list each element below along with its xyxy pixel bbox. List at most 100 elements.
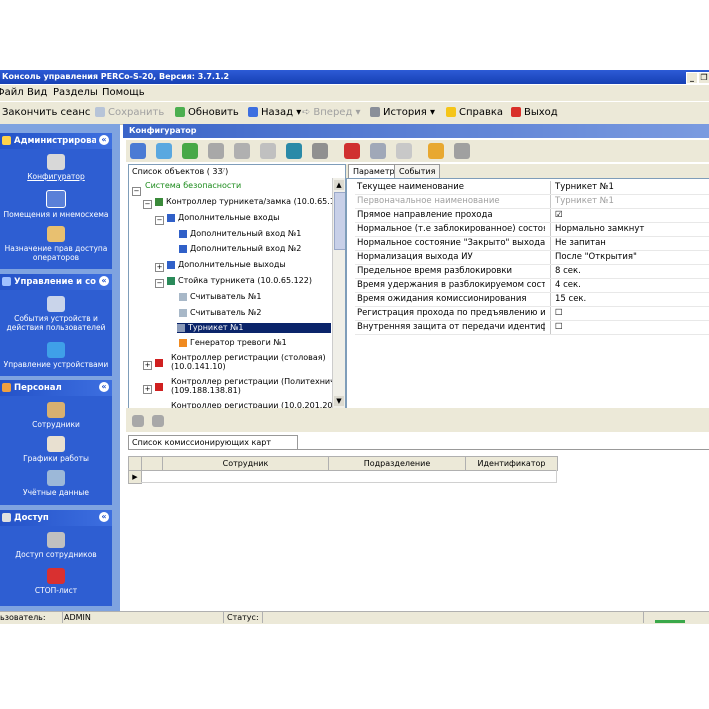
filter-icon[interactable]: ▽ bbox=[219, 166, 225, 175]
collapse-icon[interactable]: « bbox=[99, 135, 109, 145]
property-row[interactable]: Нормализация выхода ИУ После "Открытия" bbox=[355, 251, 709, 265]
tree-node-input-1[interactable]: Дополнительный вход №1 bbox=[179, 229, 301, 239]
tree-node-reg-controller-2-ip[interactable]: (109.188.138.81) bbox=[171, 386, 241, 396]
sync-icon[interactable] bbox=[396, 143, 412, 159]
user-icon[interactable] bbox=[208, 143, 224, 159]
tab-events[interactable]: События bbox=[394, 164, 441, 178]
scroll-down-icon[interactable]: ▼ bbox=[334, 396, 344, 406]
tree-expand-icon[interactable]: + bbox=[143, 361, 152, 370]
remove-card-icon[interactable] bbox=[152, 415, 164, 427]
tab-commissioning-cards[interactable]: Список комиссионирующих карт сотрудников bbox=[128, 435, 298, 461]
add-card-icon[interactable] bbox=[132, 415, 144, 427]
checkbox-checked[interactable]: ☑ bbox=[555, 209, 709, 222]
nav-device-events[interactable]: События устройств и действия пользовател… bbox=[0, 296, 112, 332]
back-button[interactable]: Назад ▾ bbox=[248, 105, 301, 121]
property-row[interactable]: Нормальное состояние "Закрыто" выхода ИУ… bbox=[355, 237, 709, 251]
tree-node-extra-inputs[interactable]: Дополнительные входы bbox=[167, 213, 279, 223]
minimize-button[interactable]: _ bbox=[686, 72, 698, 84]
tree-node-input-2[interactable]: Дополнительный вход №2 bbox=[179, 244, 301, 254]
refresh-button[interactable]: Обновить bbox=[175, 105, 239, 121]
group-admin-header[interactable]: Администрирование « bbox=[0, 133, 112, 149]
network-icon[interactable] bbox=[182, 143, 198, 159]
end-session-button[interactable]: Закончить сеанс bbox=[2, 105, 90, 121]
tree-node-turnstile-stand[interactable]: Стойка турникета (10.0.65.122) bbox=[167, 276, 312, 286]
tree-collapse-icon[interactable]: − bbox=[155, 279, 164, 288]
globe-icon[interactable] bbox=[286, 143, 302, 159]
tree-node-reg-controller-2[interactable] bbox=[155, 382, 166, 392]
group-control-header[interactable]: Управление и соб... « bbox=[0, 274, 112, 290]
exit-button[interactable]: Выход bbox=[511, 105, 558, 121]
tree-node-controller[interactable]: Контроллер турникета/замка (10.0.65.122) bbox=[155, 197, 345, 207]
group-personnel-header[interactable]: Персонал « bbox=[0, 380, 112, 396]
tree-node-reg-controller-1-ip[interactable]: (10.0.141.10) bbox=[171, 362, 226, 372]
property-row[interactable]: Первоначальное наименование Турникет №1 bbox=[355, 195, 709, 209]
nav-configurator[interactable]: Конфигуратор bbox=[0, 154, 112, 181]
configurator-title: Конфигуратор bbox=[129, 126, 197, 135]
add-device-icon[interactable] bbox=[156, 143, 172, 159]
properties-grid: Текущее наименование Турникет №1 Первонач… bbox=[346, 178, 709, 410]
property-row[interactable]: Текущее наименование Турникет №1 bbox=[355, 181, 709, 195]
property-row[interactable]: Предельное время разблокировки 8 сек. bbox=[355, 265, 709, 279]
tree-node-turnstile-selected[interactable]: Турникет №1 bbox=[177, 323, 331, 333]
nav-stop-list[interactable]: СТОП-лист bbox=[0, 568, 112, 595]
nav-work-schedules[interactable]: Графики работы bbox=[0, 436, 112, 463]
delete-icon[interactable] bbox=[260, 143, 276, 159]
nav-employees[interactable]: Сотрудники bbox=[0, 402, 112, 429]
search-icon[interactable] bbox=[312, 143, 328, 159]
tree-scrollbar[interactable]: ▲ ▼ bbox=[332, 178, 345, 408]
tool-icon[interactable] bbox=[428, 143, 444, 159]
nav-operator-rights[interactable]: Назначение прав доступа операторов bbox=[0, 226, 112, 262]
tree-collapse-icon[interactable]: − bbox=[155, 216, 164, 225]
tree-node-reader-2[interactable]: Считыватель №2 bbox=[179, 308, 261, 318]
nav-rooms[interactable]: Помещения и мнемосхема bbox=[0, 190, 112, 219]
save-button[interactable]: Сохранить bbox=[95, 105, 164, 121]
grid-row[interactable] bbox=[141, 470, 557, 483]
find-icon[interactable] bbox=[130, 143, 146, 159]
tree-node-reader-1[interactable]: Считыватель №1 bbox=[179, 292, 261, 302]
tree-node-extra-outputs[interactable]: Дополнительные выходы bbox=[167, 260, 286, 270]
menu-help[interactable]: Помощь bbox=[102, 87, 145, 98]
collapse-icon[interactable]: « bbox=[99, 382, 109, 392]
help-button[interactable]: Справка bbox=[446, 105, 503, 121]
tree-collapse-icon[interactable]: − bbox=[143, 200, 152, 209]
tree-node-alarm-generator[interactable]: Генератор тревоги №1 bbox=[179, 338, 287, 348]
grid-column-identifier[interactable]: Идентификатор bbox=[465, 456, 558, 471]
property-row[interactable]: Время удержания в разблокируемом состоян… bbox=[355, 279, 709, 293]
forward-button[interactable]: ➪ Вперед ▾ bbox=[302, 105, 361, 121]
property-row[interactable]: Внутренняя защита от передачи идентифика… bbox=[355, 321, 709, 335]
status-value-box bbox=[262, 612, 644, 623]
settings-icon[interactable] bbox=[370, 143, 386, 159]
grid-column-department[interactable]: Подразделение bbox=[328, 456, 466, 471]
nav-device-control[interactable]: Управление устройствами bbox=[0, 342, 112, 369]
tree-node-reg-controller-1[interactable] bbox=[155, 358, 166, 368]
tree-node-system[interactable]: Система безопасности bbox=[145, 181, 241, 191]
group-access-header[interactable]: Доступ « bbox=[0, 510, 112, 526]
menu-sections[interactable]: Разделы bbox=[53, 87, 98, 98]
property-row[interactable]: Регистрация прохода по предъявлению иден… bbox=[355, 307, 709, 321]
tree-expand-icon[interactable]: + bbox=[155, 263, 164, 272]
grid-column-employee[interactable]: Сотрудник bbox=[162, 456, 329, 471]
menu-view[interactable]: Вид bbox=[27, 87, 47, 98]
tree-collapse-icon[interactable]: − bbox=[132, 187, 141, 196]
nav-employee-access[interactable]: Доступ сотрудников bbox=[0, 532, 112, 559]
collapse-icon[interactable]: « bbox=[99, 512, 109, 522]
history-button[interactable]: История ▾ bbox=[370, 105, 435, 121]
edit-icon[interactable] bbox=[234, 143, 250, 159]
menu-file[interactable]: Файл bbox=[0, 87, 24, 98]
checkbox-unchecked[interactable]: ☐ bbox=[555, 321, 709, 334]
access-icon bbox=[2, 513, 11, 522]
collapse-icon[interactable]: « bbox=[99, 276, 109, 286]
property-row[interactable]: Нормальное (т.е заблокированное) состоян… bbox=[355, 223, 709, 237]
alarm-icon[interactable] bbox=[344, 143, 360, 159]
property-row[interactable]: Прямое направление прохода ☑ bbox=[355, 209, 709, 223]
scroll-thumb[interactable] bbox=[334, 192, 345, 250]
nav-credentials[interactable]: Учётные данные bbox=[0, 470, 112, 497]
scroll-up-icon[interactable]: ▲ bbox=[334, 180, 344, 190]
checkbox-unchecked[interactable]: ☐ bbox=[555, 307, 709, 320]
reader-icon[interactable] bbox=[454, 143, 470, 159]
property-row[interactable]: Время ожидания комиссионирования 15 сек. bbox=[355, 293, 709, 307]
user-value: ADMIN bbox=[64, 613, 91, 622]
tree-expand-icon[interactable]: + bbox=[143, 385, 152, 394]
restore-button[interactable]: ❐ bbox=[698, 72, 709, 84]
menu-bar: Файл Вид Разделы Помощь bbox=[0, 85, 709, 101]
